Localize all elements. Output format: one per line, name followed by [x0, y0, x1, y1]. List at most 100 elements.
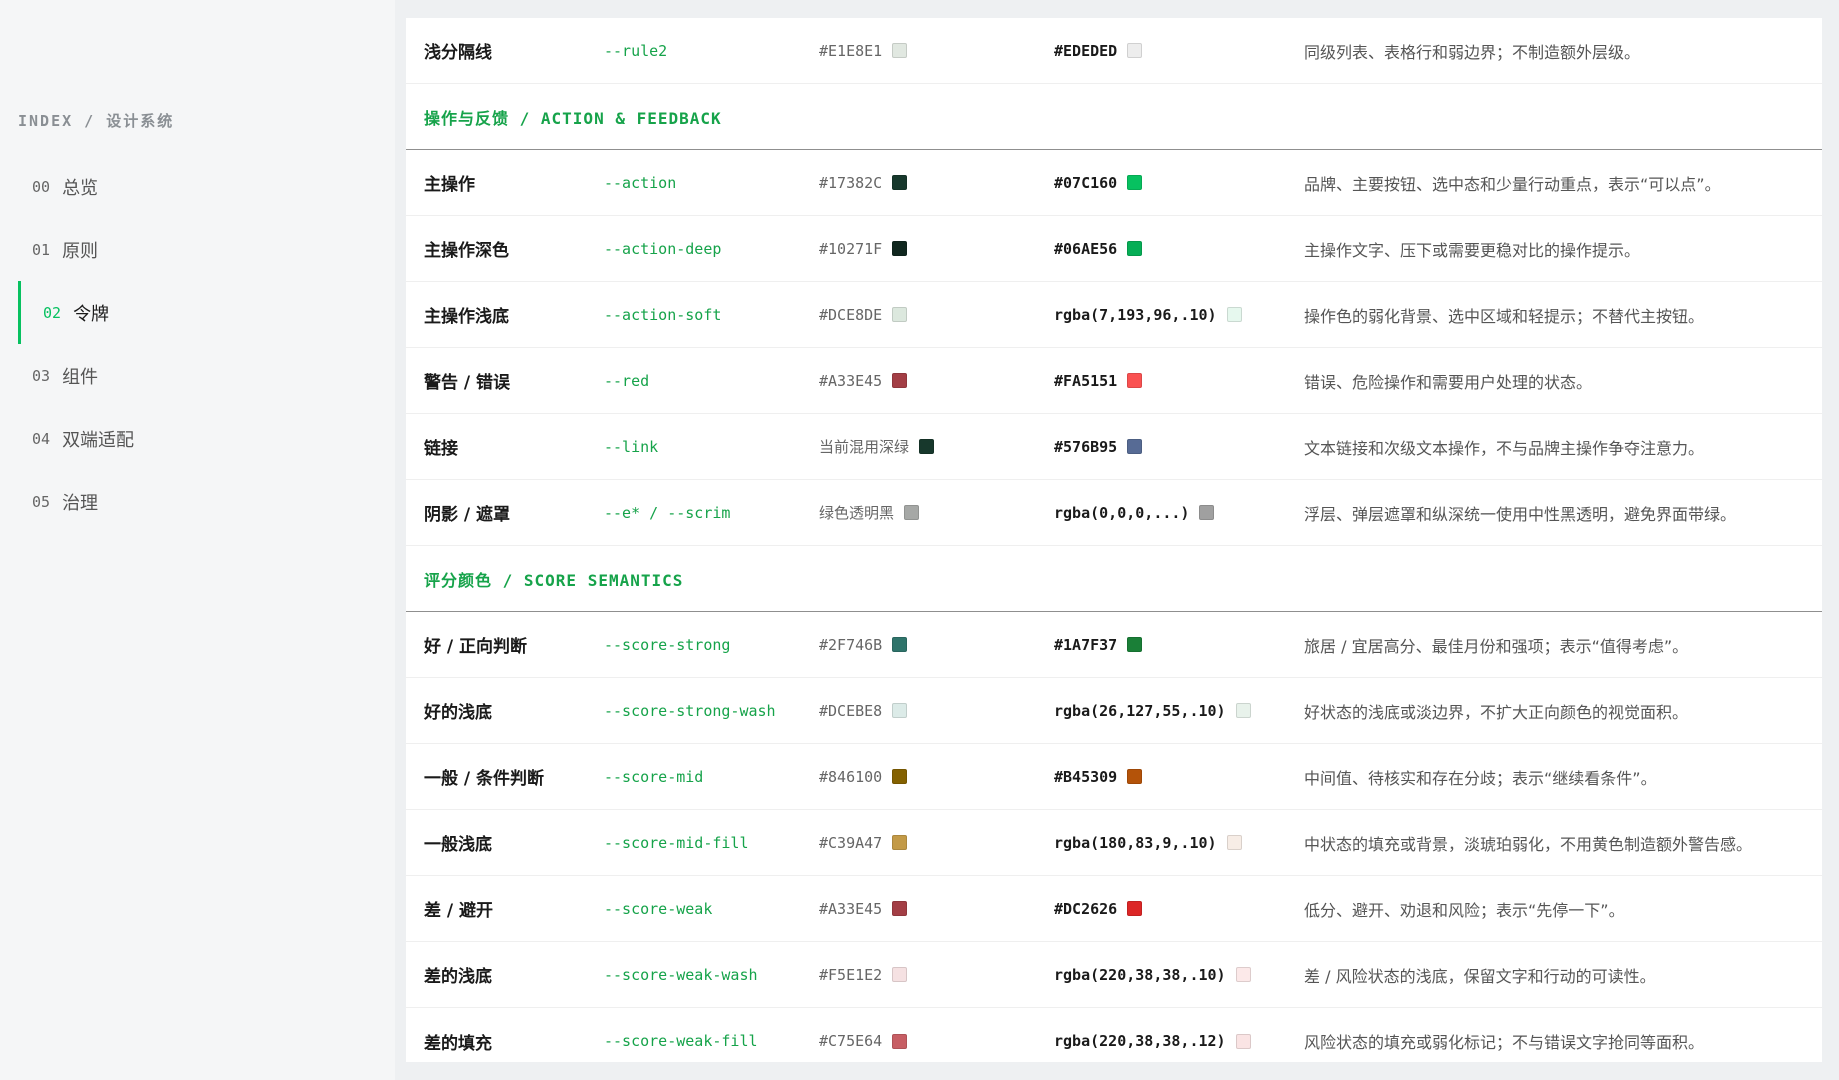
old-color-swatch	[892, 703, 908, 718]
new-color-swatch	[1127, 175, 1143, 190]
token-description: 品牌、主要按钮、选中态和少量行动重点，表示“可以点”。	[1304, 174, 1721, 194]
sidebar-nav: 00 总览 01 原则 02 令牌 03 组件 04 双端适配 05 治理	[18, 155, 378, 533]
old-value-cell: #DCE8DE	[819, 306, 1054, 324]
new-value: #06AE56	[1054, 239, 1118, 258]
old-value: #F5E1E2	[819, 965, 883, 984]
new-value-cell: #1A7F37	[1054, 636, 1304, 654]
old-value-cell: #DCEBE8	[819, 702, 1054, 720]
new-color-swatch	[1127, 43, 1143, 58]
token-variable: --rule2	[604, 41, 668, 60]
old-value: #A33E45	[819, 899, 883, 918]
old-value-cell: #E1E8E1	[819, 42, 1054, 60]
new-value-cell: rgba(220,38,38,.12)	[1054, 1032, 1304, 1050]
new-color-swatch	[1199, 505, 1215, 520]
new-value: rgba(220,38,38,.10)	[1054, 965, 1226, 984]
sidebar-item[interactable]: 00 总览	[18, 155, 378, 218]
table-row: 一般浅底 --score-mid-fill #C39A47 rgba(180,83,9…	[406, 810, 1822, 876]
old-value: #A33E45	[819, 371, 883, 390]
token-name: 差的浅底	[424, 967, 492, 987]
token-name: 主操作深色	[424, 241, 509, 261]
old-value: #C75E64	[819, 1032, 883, 1050]
sidebar-item-label: 双端适配	[62, 429, 135, 451]
token-name: 主操作	[424, 175, 475, 195]
old-value-cell: #2F746B	[819, 636, 1054, 654]
token-variable: --score-weak	[604, 899, 713, 918]
new-value-cell: #07C160	[1054, 174, 1304, 192]
old-color-swatch	[892, 901, 908, 916]
new-value: #DC2626	[1054, 899, 1118, 918]
table-row: 主操作浅底 --action-soft #DCE8DE rgba(7,193,96,.…	[406, 282, 1822, 348]
section-header: 操作与反馈 / ACTION & FEEDBACK	[406, 84, 1822, 150]
new-value: #576B95	[1054, 437, 1118, 456]
token-name: 差 / 避开	[424, 901, 494, 921]
token-name: 警告 / 错误	[424, 373, 511, 393]
old-color-swatch	[892, 43, 908, 58]
old-color-swatch	[892, 307, 908, 322]
new-color-swatch	[1226, 835, 1242, 850]
token-description: 低分、避开、劝退和风险；表示“先停一下”。	[1304, 900, 1625, 920]
sidebar-item[interactable]: 01 原则	[18, 218, 378, 281]
token-table: 浅分隔线 --rule2 #E1E8E1 #EDEDED 同级列表、表格行和弱边界；不制…	[406, 18, 1822, 1062]
old-value-cell: #10271F	[819, 240, 1054, 258]
old-value: #C39A47	[819, 833, 883, 852]
sidebar-item-number: 00	[32, 177, 51, 196]
sidebar-item-number: 03	[32, 366, 51, 385]
token-variable: --action-deep	[604, 239, 722, 258]
new-color-swatch	[1226, 307, 1242, 322]
table-row: 警告 / 错误 --red #A33E45 #FA5151 错误、危险操作和需要用户处理…	[406, 348, 1822, 414]
table-row: 链接 --link 当前混用深绿 #576B95 文本链接和次级文本操作，不与品牌主操作…	[406, 414, 1822, 480]
old-value: 绿色透明黑	[819, 504, 895, 522]
sidebar-item[interactable]: 03 组件	[18, 344, 378, 407]
token-variable: --action	[604, 173, 677, 192]
old-value: 当前混用深绿	[819, 438, 910, 456]
sidebar-item-label: 治理	[62, 492, 99, 514]
old-value-cell: #846100	[819, 768, 1054, 786]
token-name: 一般 / 条件判断	[424, 769, 545, 789]
old-color-swatch	[892, 967, 908, 982]
table-row: 好 / 正向判断 --score-strong #2F746B #1A7F37 旅居 /…	[406, 612, 1822, 678]
new-color-swatch	[1235, 1033, 1251, 1049]
old-color-swatch	[892, 241, 908, 256]
token-variable: --score-mid	[604, 767, 704, 786]
sidebar-item-label: 组件	[62, 366, 99, 388]
sidebar-item-number: 02	[43, 303, 62, 322]
new-value-cell: #FA5151	[1054, 372, 1304, 390]
token-name: 好 / 正向判断	[424, 637, 528, 657]
token-description: 好状态的浅底或淡边界，不扩大正向颜色的视觉面积。	[1304, 702, 1689, 722]
new-value-cell: rgba(7,193,96,.10)	[1054, 306, 1304, 324]
sidebar-item[interactable]: 05 治理	[18, 470, 378, 533]
sidebar-item[interactable]: 02 令牌	[18, 281, 378, 344]
sidebar: INDEX / 设计系统 00 总览 01 原则 02 令牌 03 组件 04 双端适配 05 治理	[0, 0, 395, 1080]
token-variable: --action-soft	[604, 305, 722, 324]
old-color-swatch	[892, 835, 908, 850]
new-value: #FA5151	[1054, 371, 1118, 390]
sidebar-item[interactable]: 04 双端适配	[18, 407, 378, 470]
new-value: #1A7F37	[1054, 635, 1118, 654]
old-value-cell: #A33E45	[819, 372, 1054, 390]
token-variable: --score-mid-fill	[604, 833, 749, 852]
new-value-cell: rgba(220,38,38,.10)	[1054, 966, 1304, 984]
old-value-cell: 当前混用深绿	[819, 436, 1054, 457]
table-row: 差的浅底 --score-weak-wash #F5E1E2 rgba(220,38,…	[406, 942, 1822, 1008]
table-row: 阴影 / 遮罩 --e* / --scrim 绿色透明黑 rgba(0,0,0,...…	[406, 480, 1822, 546]
new-color-swatch	[1127, 637, 1143, 652]
new-color-swatch	[1235, 703, 1251, 718]
new-color-swatch	[1235, 967, 1251, 982]
token-name: 主操作浅底	[424, 307, 509, 327]
old-color-swatch	[892, 637, 908, 652]
token-description: 差 / 风险状态的浅底，保留文字和行动的可读性。	[1304, 966, 1656, 986]
new-value-cell: #576B95	[1054, 438, 1304, 456]
token-description: 操作色的弱化背景、选中区域和轻提示；不替代主按钮。	[1304, 306, 1705, 326]
token-name: 浅分隔线	[424, 43, 492, 63]
new-value: rgba(7,193,96,.10)	[1054, 305, 1217, 324]
new-value: rgba(0,0,0,...)	[1054, 503, 1190, 522]
new-value-cell: #EDEDED	[1054, 42, 1304, 60]
token-description: 主操作文字、压下或需要更稳对比的操作提示。	[1304, 240, 1641, 260]
new-value: rgba(220,38,38,.12)	[1054, 1032, 1226, 1050]
old-value-cell: #17382C	[819, 174, 1054, 192]
new-value: rgba(26,127,55,.10)	[1054, 701, 1226, 720]
token-variable: --score-weak-fill	[604, 1032, 758, 1050]
new-value-cell: #06AE56	[1054, 240, 1304, 258]
old-color-swatch	[892, 769, 908, 784]
old-color-swatch	[892, 1033, 908, 1049]
